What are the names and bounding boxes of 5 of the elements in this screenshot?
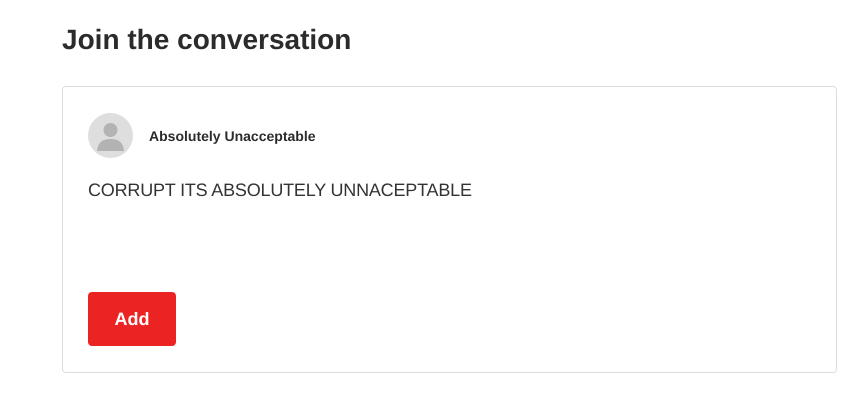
avatar-icon xyxy=(88,113,133,158)
comment-field[interactable]: CORRUPT ITS ABSOLUTELY UNNACEPTABLE xyxy=(88,180,811,292)
author-name: Absolutely Unacceptable xyxy=(149,128,316,144)
section-heading: Join the conversation xyxy=(62,24,352,56)
add-button[interactable]: Add xyxy=(88,292,176,346)
